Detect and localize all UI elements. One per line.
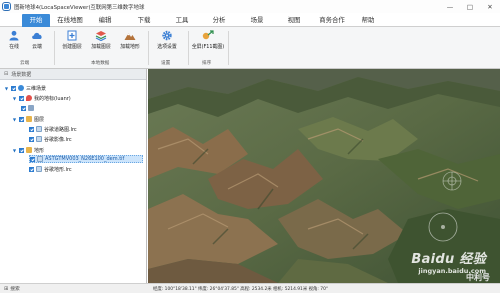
coordinate-readout: 经度: 100°18'38.11" 纬度: 26°04'37.85" 高程: 2… xyxy=(153,286,329,292)
collapse-icon[interactable]: ⊟ xyxy=(4,71,8,77)
fullscreen-icon xyxy=(202,30,214,41)
user-icon xyxy=(8,30,20,41)
load-terrain-label: 加载地形 xyxy=(120,44,140,50)
menu-bar: 开始 在线地图 编辑 下载 工具 分析 场景 视图 商务合作 帮助 xyxy=(0,13,500,27)
maximize-button[interactable]: □ xyxy=(460,0,480,13)
expand-toggle-icon[interactable]: ▼ xyxy=(12,117,17,122)
tree-label: 谷歌地形.lrc xyxy=(44,166,72,173)
app-logo-icon xyxy=(3,3,10,10)
panel-title: 场景数据 xyxy=(11,71,32,78)
tree-label: 谷歌道路图.lrc xyxy=(44,126,77,133)
title-bar: 图新地球4(LocaSpaceViewer)互联网第三维数字地球 — □ ✕ xyxy=(0,0,500,13)
create-layer-label: 创建图层 xyxy=(62,44,82,50)
group-separator xyxy=(148,31,149,65)
watermark-site: 中利号 xyxy=(466,273,490,282)
tree-label: 地形 xyxy=(34,147,45,154)
terrain-file-icon xyxy=(37,156,43,162)
tree-label: ASTGTMV003_N26E100_dem.tif xyxy=(45,156,125,162)
checkbox[interactable] xyxy=(29,166,34,172)
tree-item-my-places[interactable]: ▼ 我的地标(luanr) xyxy=(12,94,71,102)
window-controls: — □ ✕ xyxy=(440,0,500,13)
cloud-button[interactable]: 云端 xyxy=(28,29,46,55)
layer-file-icon xyxy=(36,136,42,142)
ribbon-toolbar: 在线 云端 云端 创建图层 加载图层 加载地形 本地数据 选项设置 设置 全屏(… xyxy=(0,27,500,69)
load-layer-button[interactable]: 加载图层 xyxy=(88,29,114,55)
group-label-settings: 设置 xyxy=(161,61,171,66)
checkbox[interactable] xyxy=(19,116,24,122)
tree-item-road-layer[interactable]: 谷歌道路图.lrc xyxy=(29,125,77,133)
tree-label: 三维场景 xyxy=(26,85,47,92)
tree-item-google-terrain[interactable]: 谷歌地形.lrc xyxy=(29,165,72,173)
group-label-layout: 排序 xyxy=(202,61,212,66)
tree-item-imagery-layer[interactable]: 谷歌影像.lrc xyxy=(29,135,72,143)
create-layer-button[interactable]: 创建图层 xyxy=(59,29,85,55)
tree-item-dem-terrain[interactable]: ASTGTMV003_N26E100_dem.tif xyxy=(29,155,143,163)
folder-icon xyxy=(28,105,34,111)
layer-file-icon xyxy=(36,166,42,172)
online-button[interactable]: 在线 xyxy=(6,29,22,55)
mountain-icon xyxy=(124,30,136,41)
full-screen-label: 全屏(F11截图) xyxy=(191,44,225,50)
tree-item-root[interactable]: ▼ 三维场景 xyxy=(4,84,46,92)
tree-item-terrain[interactable]: ▼ 地形 xyxy=(12,146,44,154)
scene-data-panel: ⊟ 场景数据 ▼ 三维场景 ▼ 我的地标(luanr) ▼ 图层 谷歌道路图.l… xyxy=(0,69,147,283)
tab-business[interactable]: 商务合作 xyxy=(316,15,348,27)
close-button[interactable]: ✕ xyxy=(480,0,500,13)
group-separator xyxy=(228,31,229,65)
checkbox[interactable] xyxy=(29,136,34,142)
options-button[interactable]: 选项设置 xyxy=(153,29,181,55)
layers-icon xyxy=(95,30,107,42)
checkbox[interactable] xyxy=(11,85,16,91)
globe-icon xyxy=(18,85,24,91)
checkbox[interactable] xyxy=(19,95,24,101)
add-layer-icon xyxy=(66,30,78,41)
checkbox[interactable] xyxy=(30,156,35,162)
tab-view[interactable]: 视图 xyxy=(284,15,304,27)
online-label: 在线 xyxy=(9,44,19,50)
folder-icon xyxy=(26,116,32,122)
folder-icon xyxy=(26,147,32,153)
load-terrain-button[interactable]: 加载地形 xyxy=(117,29,143,55)
search-label: 搜索 xyxy=(10,287,20,292)
panel-header: ⊟ 场景数据 xyxy=(0,69,146,80)
tab-online-map[interactable]: 在线地图 xyxy=(53,15,87,27)
expand-toggle-icon[interactable]: ▼ xyxy=(12,96,17,101)
cloud-label: 云端 xyxy=(32,44,42,50)
tab-tools[interactable]: 工具 xyxy=(172,15,192,27)
tab-download[interactable]: 下载 xyxy=(134,15,154,27)
tree-label: 谷歌影像.lrc xyxy=(44,136,72,143)
tab-start[interactable]: 开始 xyxy=(22,14,50,27)
tree-label: 我的地标(luanr) xyxy=(34,95,71,102)
expand-toggle-icon[interactable]: ▼ xyxy=(12,148,17,153)
placemark-icon xyxy=(26,95,32,101)
tab-edit[interactable]: 编辑 xyxy=(95,15,115,27)
load-layer-label: 加载图层 xyxy=(91,44,111,50)
group-separator xyxy=(188,31,189,65)
options-label: 选项设置 xyxy=(157,44,177,50)
tree-label: 图层 xyxy=(34,116,45,123)
group-label-local-data: 本地数据 xyxy=(91,61,110,66)
tree-item-my-places-child[interactable] xyxy=(21,104,36,112)
cloud-icon xyxy=(31,30,43,41)
watermark-title: Baidu 经验 xyxy=(411,252,486,267)
group-separator xyxy=(54,31,55,65)
expand-toggle-icon[interactable]: ▼ xyxy=(4,86,9,91)
gear-icon xyxy=(161,30,173,41)
full-screen-button[interactable]: 全屏(F11截图) xyxy=(191,29,225,55)
search-tab[interactable]: ⊞ 搜索 xyxy=(0,285,147,293)
layer-file-icon xyxy=(36,126,42,132)
tab-scene[interactable]: 场景 xyxy=(247,15,267,27)
search-icon: ⊞ xyxy=(4,285,9,292)
status-bar: ⊞ 搜索 经度: 100°18'38.11" 纬度: 26°04'37.85" … xyxy=(0,283,500,293)
minimize-button[interactable]: — xyxy=(440,0,460,13)
checkbox[interactable] xyxy=(21,105,26,111)
checkbox[interactable] xyxy=(19,147,24,153)
group-label-cloud: 云端 xyxy=(20,61,30,66)
baidu-watermark: Baidu 经验 jingyan.baidu.com xyxy=(411,248,486,275)
checkbox[interactable] xyxy=(29,126,34,132)
tree-item-layers[interactable]: ▼ 图层 xyxy=(12,115,44,123)
tab-analysis[interactable]: 分析 xyxy=(209,15,229,27)
tab-help[interactable]: 帮助 xyxy=(358,15,378,27)
window-title: 图新地球4(LocaSpaceViewer)互联网第三维数字地球 xyxy=(14,4,145,11)
